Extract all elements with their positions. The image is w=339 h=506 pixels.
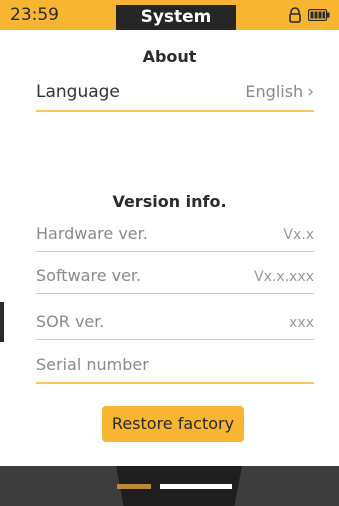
hardware-version-value: Vx.x <box>283 227 314 243</box>
serial-number-row: Serial number <box>36 346 314 384</box>
language-value-group: English › <box>245 82 314 102</box>
software-version-value: Vx.x.xxx <box>254 269 314 285</box>
lock-icon <box>289 7 301 23</box>
left-edge-marker <box>0 302 4 342</box>
hardware-version-row: Hardware ver. Vx.x <box>36 215 314 252</box>
sor-version-row: SOR ver. xxx <box>36 303 314 340</box>
language-label: Language <box>36 82 120 102</box>
version-heading: Version info. <box>112 192 227 211</box>
hardware-version-label: Hardware ver. <box>36 224 148 243</box>
chevron-right-icon: › <box>307 82 314 102</box>
software-version-label: Software ver. <box>36 266 142 285</box>
language-value: English <box>245 82 304 101</box>
serial-number-label: Serial number <box>36 355 149 374</box>
language-row[interactable]: Language English › <box>36 74 314 112</box>
about-heading: About <box>142 47 197 66</box>
page-indicator-2[interactable] <box>160 484 232 489</box>
status-time: 23:59 <box>10 5 59 25</box>
restore-factory-button[interactable]: Restore factory <box>102 406 244 442</box>
screen-title: System <box>116 5 236 30</box>
software-version-row: Software ver. Vx.x.xxx <box>36 257 314 294</box>
sor-version-value: xxx <box>289 315 314 331</box>
sor-version-label: SOR ver. <box>36 312 105 331</box>
battery-icon <box>308 9 330 21</box>
page-indicator-1[interactable] <box>117 484 151 489</box>
